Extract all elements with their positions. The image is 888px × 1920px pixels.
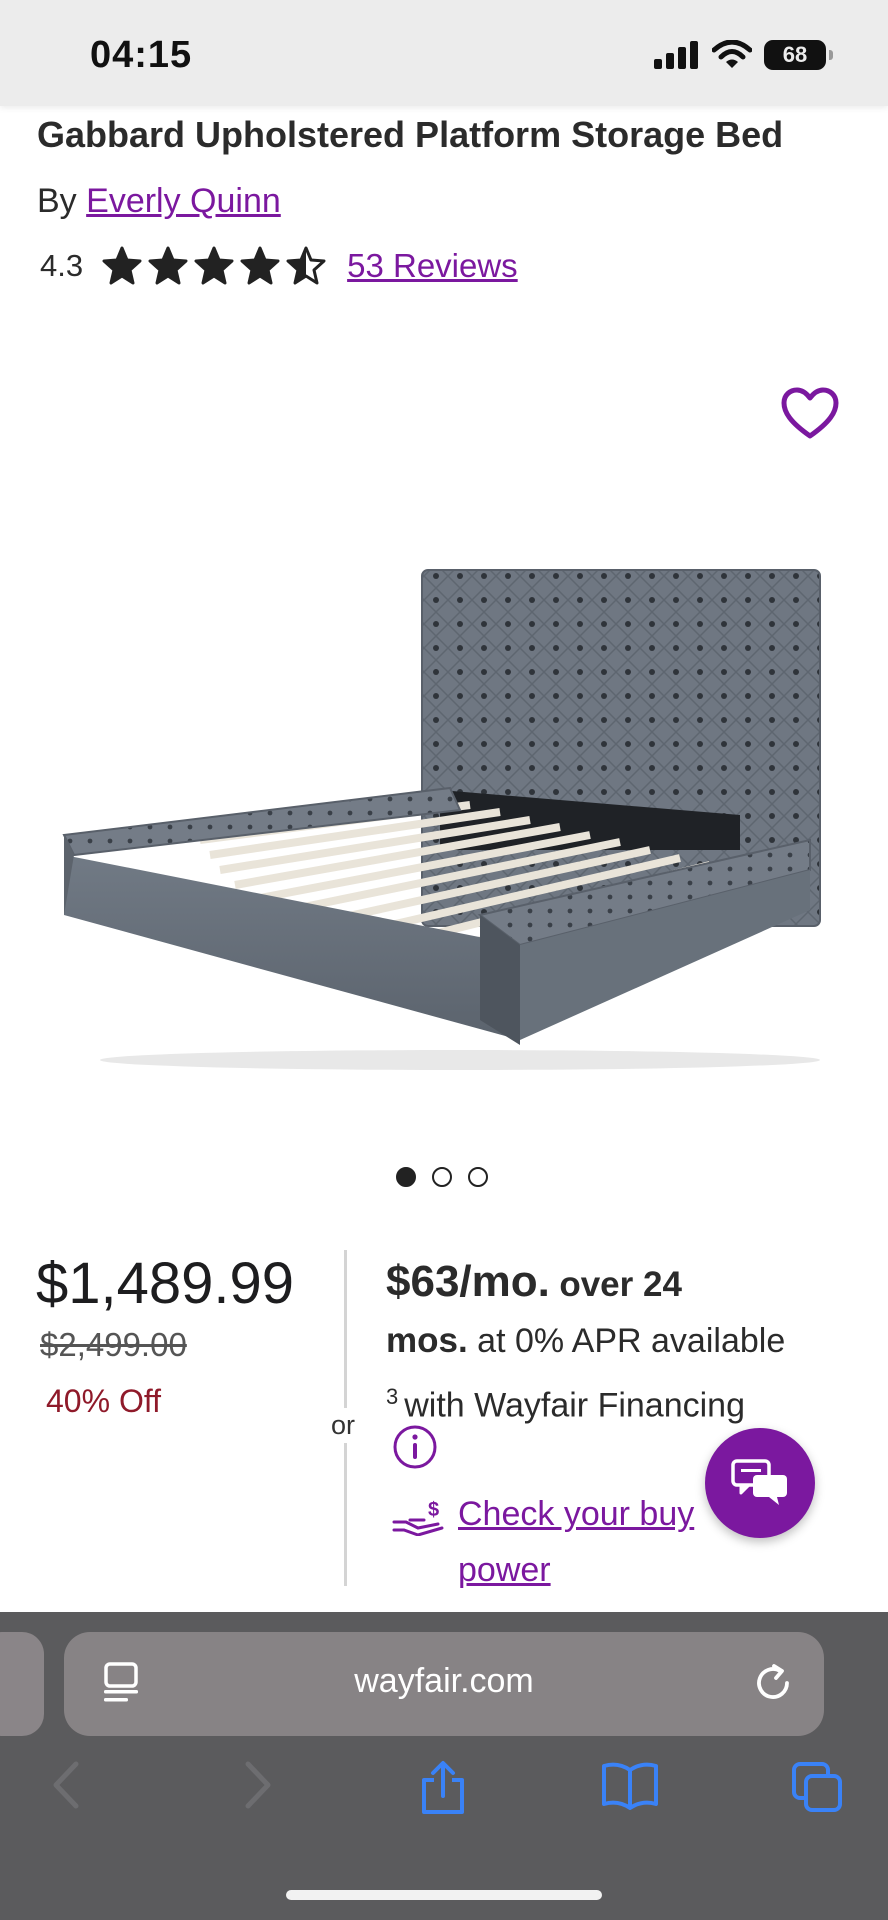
check-buying-power-link[interactable]: Check your buy power bbox=[458, 1486, 748, 1598]
address-bar[interactable]: wayfair.com bbox=[64, 1632, 824, 1736]
monthly-price: $63/mo. bbox=[386, 1257, 550, 1306]
financing-mos: mos. bbox=[386, 1321, 468, 1360]
chat-button[interactable] bbox=[705, 1428, 815, 1538]
original-price: $2,499.00 bbox=[40, 1326, 187, 1363]
back-arrow-icon[interactable] bbox=[50, 1760, 84, 1810]
wifi-icon bbox=[712, 40, 752, 68]
star-filled-icon bbox=[102, 246, 142, 285]
previous-tab-preview[interactable] bbox=[0, 1632, 44, 1736]
star-filled-icon bbox=[148, 246, 188, 285]
discount-badge: 40% Off bbox=[46, 1383, 162, 1419]
financing-apr: at 0% APR available bbox=[477, 1322, 786, 1360]
rating-stars bbox=[101, 246, 327, 286]
home-indicator bbox=[286, 1890, 602, 1900]
status-bar: 04:15 68 bbox=[0, 0, 888, 106]
battery-icon: 68 bbox=[764, 40, 833, 70]
forward-arrow-icon[interactable] bbox=[240, 1760, 274, 1810]
check-link-line2: power bbox=[458, 1551, 551, 1589]
signal-icon bbox=[654, 41, 698, 69]
check-link-line1: Check your buy bbox=[458, 1495, 695, 1533]
favorite-heart-icon[interactable] bbox=[780, 386, 840, 442]
svg-text:$: $ bbox=[428, 1499, 439, 1521]
url-text: wayfair.com bbox=[354, 1662, 534, 1700]
safari-bottom-toolbar bbox=[0, 1760, 888, 1860]
star-filled-icon bbox=[194, 246, 234, 285]
product-title: Gabbard Upholstered Platform Storage Bed bbox=[37, 114, 784, 155]
check-buying-power-row: $ Check your buy power bbox=[392, 1486, 748, 1598]
carousel-dots bbox=[396, 1167, 488, 1187]
or-label: or bbox=[331, 1408, 356, 1443]
star-half-icon bbox=[286, 246, 326, 285]
reload-icon[interactable] bbox=[750, 1660, 796, 1706]
carousel-dot[interactable] bbox=[396, 1167, 416, 1187]
share-icon[interactable] bbox=[418, 1760, 468, 1816]
reviews-link[interactable]: 53 Reviews bbox=[347, 247, 518, 285]
bookmarks-icon[interactable] bbox=[600, 1760, 660, 1810]
by-label: By bbox=[37, 182, 77, 220]
brand-line: By Everly Quinn bbox=[37, 182, 281, 221]
chat-bubbles-icon bbox=[731, 1459, 787, 1505]
brand-link[interactable]: Everly Quinn bbox=[86, 182, 281, 220]
tabs-icon[interactable] bbox=[790, 1760, 844, 1814]
footnote-ref: 3 bbox=[386, 1384, 399, 1409]
product-image[interactable] bbox=[40, 540, 840, 1080]
rating-row: 4.3 53 Reviews bbox=[40, 246, 518, 286]
info-icon[interactable] bbox=[392, 1424, 438, 1470]
price: $1,489.99 bbox=[36, 1251, 295, 1316]
financing-term: over 24 bbox=[559, 1265, 682, 1304]
star-filled-icon bbox=[240, 246, 280, 285]
financing-info: $63/mo. over 24 mos. at 0% APR available… bbox=[386, 1254, 836, 1433]
carousel-dot[interactable] bbox=[468, 1167, 488, 1187]
financing-provider: with Wayfair Financing bbox=[404, 1386, 745, 1425]
rating-value: 4.3 bbox=[40, 248, 84, 283]
status-time: 04:15 bbox=[90, 34, 193, 76]
carousel-dot[interactable] bbox=[432, 1167, 452, 1187]
status-icons: 68 bbox=[654, 40, 833, 70]
hand-money-icon: $ bbox=[392, 1499, 444, 1536]
